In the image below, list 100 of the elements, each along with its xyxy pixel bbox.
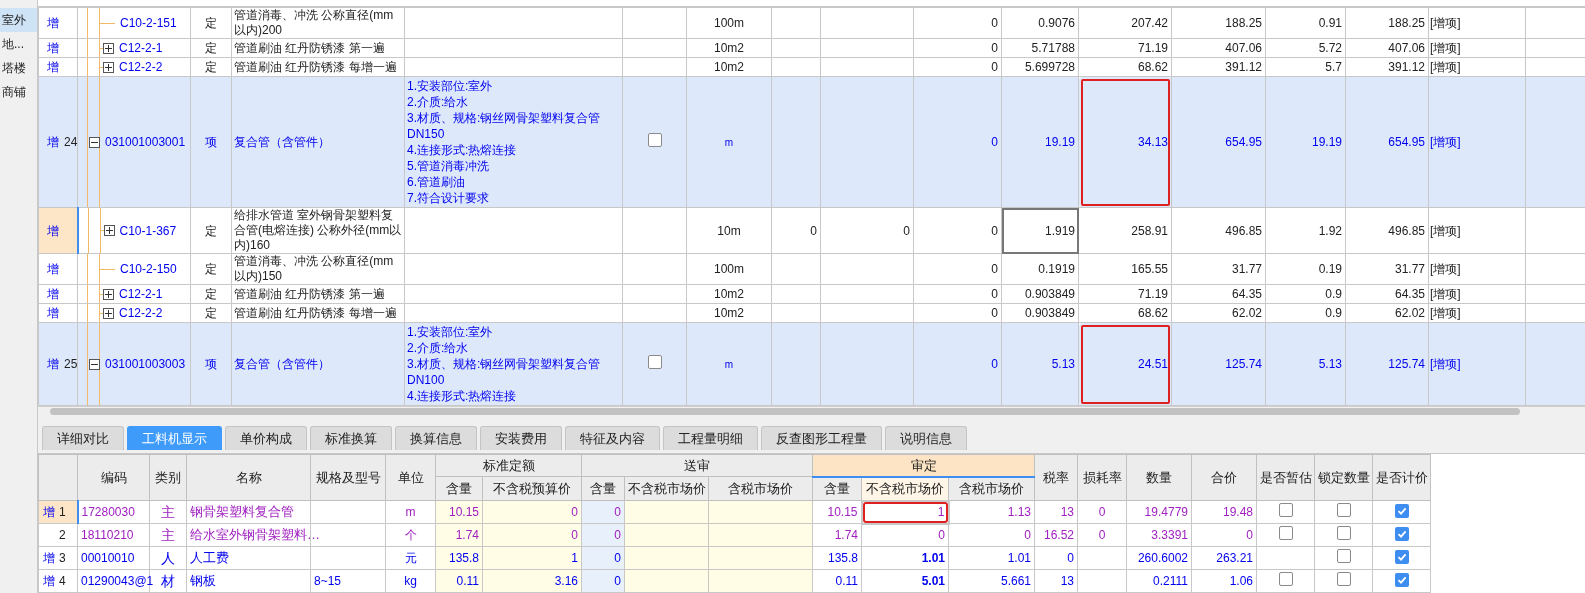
table-cell: 钢骨架塑料复合管 [190, 504, 294, 520]
column-header: 含量 [446, 480, 472, 496]
table-cell: 0.9 [1325, 306, 1342, 320]
expand-icon[interactable] [103, 61, 114, 73]
tag-label: [增项] [1430, 262, 1461, 276]
checkbox[interactable] [1336, 525, 1351, 540]
checkbox[interactable] [1394, 527, 1409, 541]
unit-label: 10m2 [714, 287, 744, 301]
unit-label: m [724, 358, 734, 370]
expand-icon[interactable] [103, 307, 114, 319]
table-cell: m [405, 505, 416, 519]
table-cell: 0 [903, 223, 910, 238]
table-cell: 71.19 [1137, 287, 1168, 301]
sidebar-item[interactable]: 室外 [0, 8, 37, 32]
tab[interactable]: 标准换算 [310, 426, 392, 451]
table-cell: 165.55 [1131, 262, 1168, 276]
row-number: 3 [59, 550, 66, 567]
tab[interactable]: 特征及内容 [565, 426, 660, 451]
row-marker: 增 [43, 551, 55, 565]
checkbox[interactable] [647, 354, 662, 369]
table-cell: 0.9 [1325, 287, 1342, 301]
table-cell: 给水室外钢骨架塑料… [190, 527, 320, 543]
item-name: 管道消毒、冲洗 公称直径(mm以内)150 [234, 254, 394, 283]
unit-label: 100m [714, 262, 744, 276]
collapse-icon[interactable] [89, 136, 100, 148]
column-header: 是否计价 [1375, 469, 1428, 485]
tab[interactable]: 换算信息 [395, 426, 477, 451]
table-cell: 主 [161, 526, 175, 543]
table-cell: 5.01 [921, 574, 945, 588]
table-cell: 5.72 [1318, 41, 1342, 55]
row-marker: 增 [47, 287, 59, 301]
feature-line: 2.介质:给水 [407, 94, 470, 110]
item-name: 给排水管道 室外钢骨架塑料复合管(电熔连接) 公称外径(mm以内)160 [234, 208, 402, 252]
item-name: 管道刷油 红丹防锈漆 每增一遍 [234, 59, 397, 74]
table-cell: 1.01 [1007, 551, 1031, 565]
table-cell: 材 [161, 572, 175, 589]
expand-icon[interactable] [103, 225, 115, 236]
table-cell: 10.15 [827, 505, 858, 519]
row-number: 2 [59, 527, 66, 544]
column-group-header: 审定 [910, 457, 937, 473]
table-cell: 0.11 [835, 574, 858, 588]
tab[interactable]: 安装费用 [480, 426, 562, 451]
expand-icon[interactable] [103, 288, 114, 300]
checkbox[interactable] [1336, 502, 1351, 517]
tab[interactable]: 详细对比 [42, 426, 124, 451]
table-cell: 496.85 [1388, 223, 1425, 238]
tab[interactable]: 单价构成 [225, 426, 307, 451]
table-cell: 5.699728 [1024, 60, 1075, 74]
table-cell: 62.02 [1231, 306, 1262, 320]
checkbox[interactable] [1394, 550, 1409, 564]
sidebar-item[interactable]: 塔楼 [0, 56, 37, 80]
checkbox[interactable] [1278, 571, 1293, 586]
tag-label: [增项] [1430, 306, 1461, 320]
table-cell: 34.13 [1137, 135, 1168, 149]
tab[interactable]: 反查图形工程量 [761, 426, 882, 451]
column-header: 损耗率 [1082, 469, 1122, 485]
column-header: 含量 [824, 481, 850, 496]
row-marker: 增 [47, 262, 59, 276]
checkbox[interactable] [1336, 571, 1351, 586]
table-cell: 188.25 [1225, 16, 1262, 30]
tag-label: [增项] [1430, 357, 1461, 371]
sidebar-item[interactable]: 商铺 [0, 80, 37, 104]
tab[interactable]: 说明信息 [885, 426, 967, 451]
item-code: C12-2-1 [119, 40, 163, 57]
table-cell: 0 [614, 528, 621, 542]
table-cell: 人工费 [190, 550, 229, 566]
scrollbar-thumb[interactable] [50, 408, 1520, 416]
item-name: 管道刷油 红丹防锈漆 第一遍 [234, 286, 385, 301]
column-group-header: 送审 [684, 457, 710, 473]
checkbox[interactable] [1394, 504, 1409, 518]
table-cell: 19.4779 [1144, 505, 1188, 519]
item-code: 031001003001 [105, 134, 186, 151]
table-cell: 135.8 [448, 551, 479, 565]
table-cell: 135.8 [827, 551, 858, 565]
column-header: 是否暂估 [1259, 469, 1312, 485]
table-cell: 68.62 [1137, 306, 1168, 320]
checkbox[interactable] [647, 132, 662, 147]
item-code: C10-1-367 [119, 222, 177, 240]
table-cell: 0 [1098, 505, 1106, 519]
table-cell: 258.91 [1131, 223, 1168, 238]
checkbox[interactable] [1336, 548, 1351, 563]
sidebar-item[interactable]: 地... [0, 32, 37, 56]
tab[interactable]: 工程量明细 [663, 426, 758, 451]
table-cell: kg [404, 574, 417, 588]
item-name: 管道刷油 红丹防锈漆 每增一遍 [234, 305, 397, 320]
table-cell: 1.92 [1318, 223, 1342, 238]
table-cell: 0 [991, 262, 998, 276]
table-cell: 8~15 [314, 574, 342, 588]
table-cell: 64.35 [1394, 287, 1425, 301]
checkbox[interactable] [1394, 573, 1409, 587]
collapse-icon[interactable] [89, 358, 100, 370]
table-cell: 391.12 [1388, 60, 1425, 74]
type-label: 定 [205, 16, 217, 30]
column-header: 数量 [1146, 469, 1172, 485]
checkbox[interactable] [1278, 502, 1293, 517]
expand-icon[interactable] [103, 42, 114, 54]
checkbox[interactable] [1278, 525, 1293, 540]
column-header: 不含税预算价 [493, 480, 571, 496]
table-cell: 31.77 [1231, 262, 1262, 276]
table-cell: 16.52 [1043, 528, 1074, 542]
